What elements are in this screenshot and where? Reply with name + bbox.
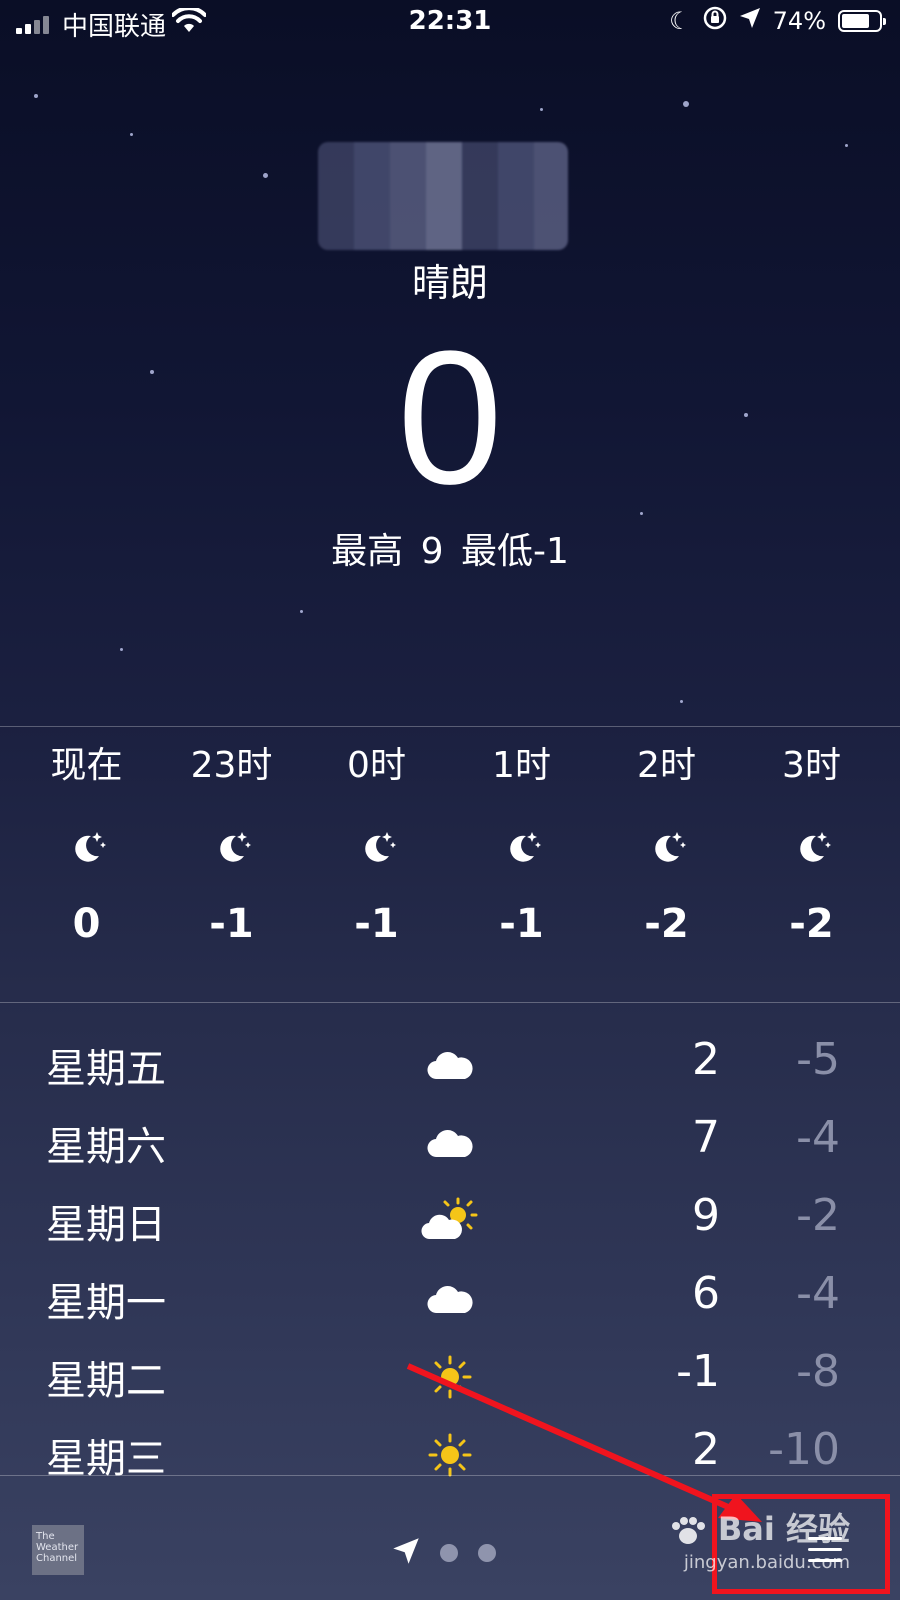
- baidu-watermark: Bai 经验 jingyan.baidu.com: [669, 1512, 850, 1580]
- watermark-brand: Bai 经验: [717, 1510, 850, 1548]
- watermark-url: jingyan.baidu.com: [683, 1552, 850, 1573]
- paw-logo-icon: [669, 1516, 707, 1546]
- annotation-arrow: [406, 1363, 762, 1522]
